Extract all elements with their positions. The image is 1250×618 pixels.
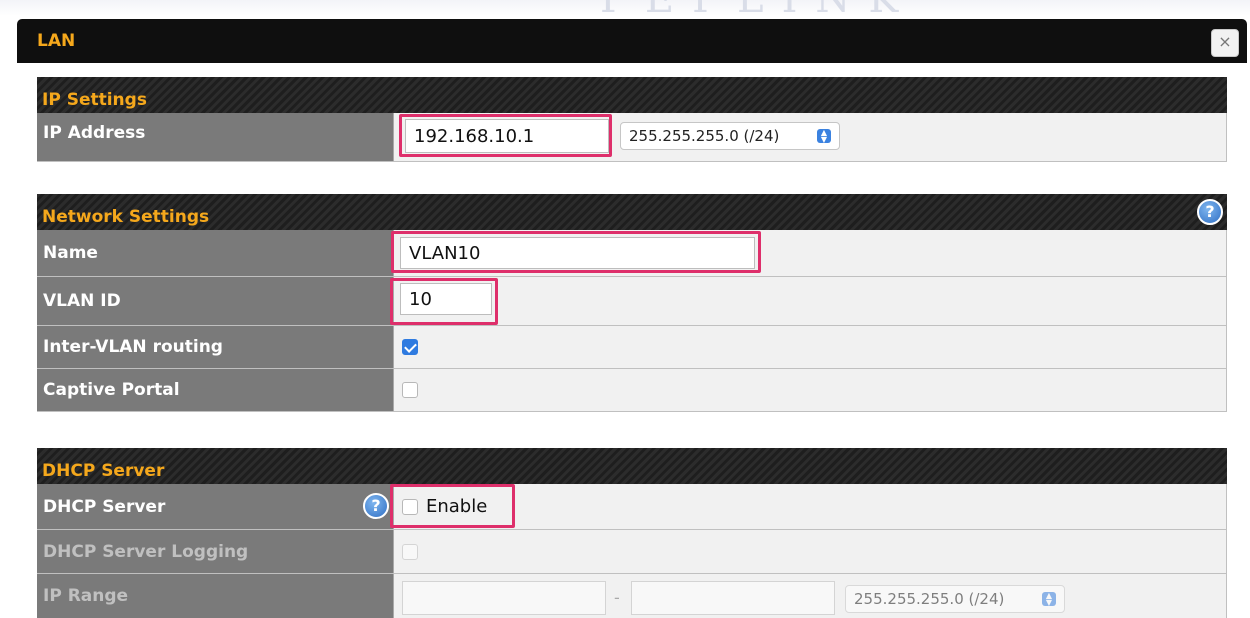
dhcp-server-value-cell: Enable: [390, 484, 1227, 529]
ip-range-value-cell: - 255.255.255.0 (/24) ▲ ▼: [394, 574, 1227, 618]
network-settings-header: Network Settings ?: [37, 194, 1227, 230]
dhcp-server-label-text: DHCP Server: [43, 496, 166, 517]
network-settings-section: Network Settings ? Name VLAN10 VLAN ID 1…: [37, 194, 1227, 412]
dhcp-server-row: DHCP Server ? Enable: [37, 484, 1227, 530]
subnet-mask-select[interactable]: 255.255.255.0 (/24) ▲ ▼: [620, 122, 840, 150]
inter-vlan-routing-value-cell: [394, 326, 1227, 368]
ip-range-mask-select[interactable]: 255.255.255.0 (/24) ▲ ▼: [845, 585, 1065, 613]
dhcp-server-header: DHCP Server: [37, 448, 1227, 484]
inter-vlan-routing-checkbox[interactable]: [402, 339, 418, 355]
captive-portal-checkbox[interactable]: [402, 382, 418, 398]
inter-vlan-routing-label: Inter-VLAN routing: [37, 326, 394, 368]
ip-range-end-input[interactable]: [631, 581, 835, 615]
name-label: Name: [37, 230, 394, 276]
highlight-box: [399, 114, 612, 157]
highlight-box: [391, 231, 761, 273]
dhcp-logging-label: DHCP Server Logging: [37, 530, 394, 573]
close-button[interactable]: ×: [1211, 29, 1239, 57]
ip-address-label: IP Address: [37, 113, 394, 161]
help-icon[interactable]: ?: [363, 493, 389, 519]
ip-range-mask-value: 255.255.255.0 (/24): [854, 590, 1005, 608]
dhcp-logging-row: DHCP Server Logging: [37, 530, 1227, 574]
help-icon[interactable]: ?: [1197, 199, 1223, 225]
dhcp-server-section: DHCP Server DHCP Server ? Enable DHCP Se…: [37, 448, 1227, 618]
vlan-id-row: VLAN ID 10: [37, 277, 1227, 326]
ip-settings-header: IP Settings: [37, 77, 1227, 113]
close-icon: ×: [1218, 32, 1232, 51]
ip-settings-title: IP Settings: [42, 90, 147, 110]
ip-address-row: IP Address 192.168.10.1 255.255.255.0 (/…: [37, 113, 1227, 162]
background-watermark: PEPLINK: [600, 0, 916, 12]
chevron-updown-icon: ▲ ▼: [817, 129, 831, 144]
vlan-id-value-cell: 10: [390, 277, 1227, 325]
name-value-cell: VLAN10: [391, 230, 1227, 276]
highlight-box: [390, 278, 498, 325]
ip-range-separator: -: [614, 588, 620, 607]
ip-address-value-cell: 192.168.10.1 255.255.255.0 (/24) ▲ ▼: [394, 113, 1227, 161]
dialog-header: LAN: [17, 19, 1247, 63]
dhcp-server-title: DHCP Server: [42, 461, 165, 481]
chevron-updown-icon: ▲ ▼: [1042, 592, 1056, 607]
highlight-box: [390, 484, 515, 528]
subnet-mask-value: 255.255.255.0 (/24): [629, 127, 780, 145]
vlan-id-label: VLAN ID: [37, 277, 394, 325]
captive-portal-value-cell: [394, 369, 1227, 411]
captive-portal-row: Captive Portal: [37, 369, 1227, 412]
network-settings-title: Network Settings: [42, 207, 210, 227]
inter-vlan-routing-row: Inter-VLAN routing: [37, 326, 1227, 369]
dhcp-server-label: DHCP Server ?: [37, 484, 394, 529]
dhcp-logging-value-cell: [394, 530, 1227, 573]
ip-range-label: IP Range: [37, 574, 394, 618]
name-row: Name VLAN10: [37, 230, 1227, 277]
dialog-title: LAN: [37, 31, 76, 51]
ip-range-start-input[interactable]: [402, 581, 606, 615]
ip-settings-section: IP Settings IP Address 192.168.10.1 255.…: [37, 77, 1227, 162]
ip-range-row: IP Range - 255.255.255.0 (/24) ▲ ▼: [37, 574, 1227, 618]
captive-portal-label: Captive Portal: [37, 369, 394, 411]
dhcp-logging-checkbox[interactable]: [402, 544, 418, 560]
